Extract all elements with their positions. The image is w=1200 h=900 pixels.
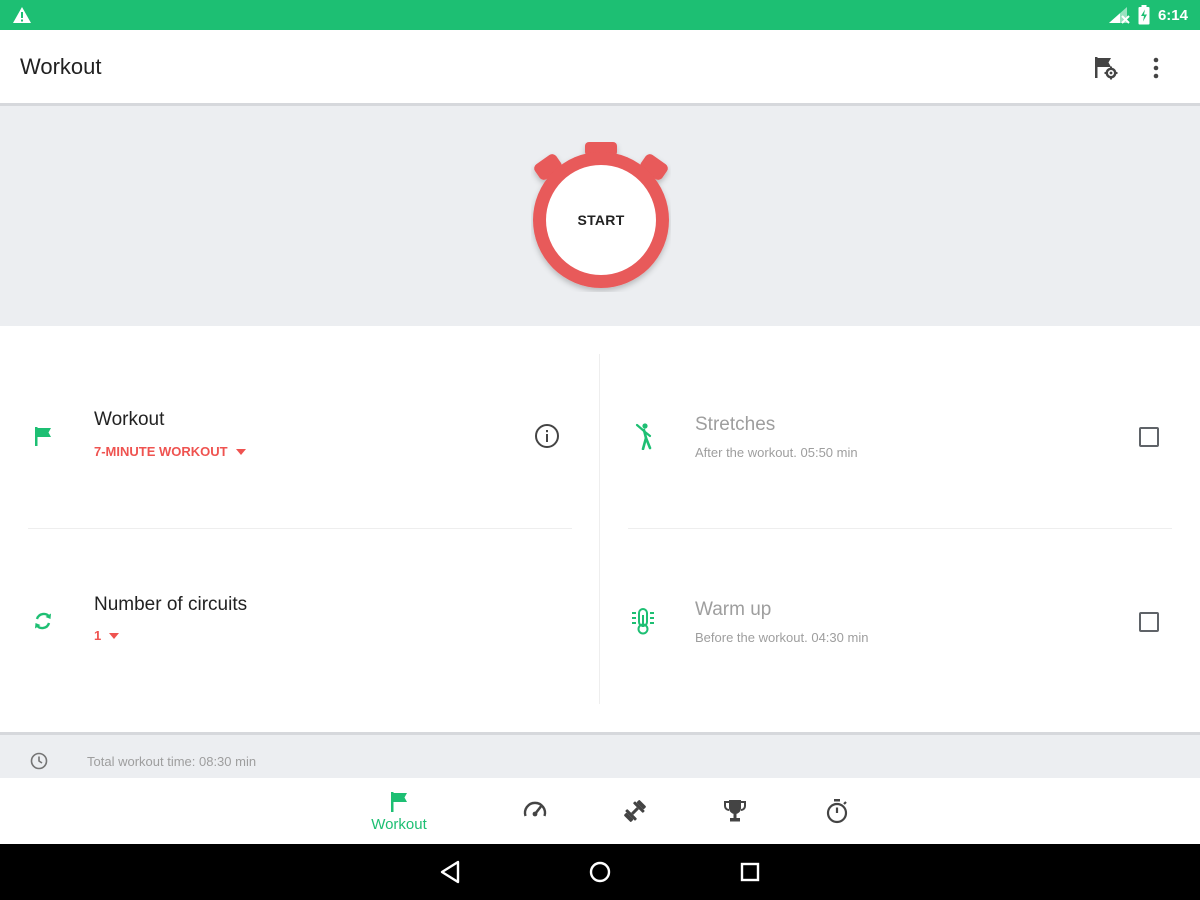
- warmup-row[interactable]: Warm up Before the workout. 04:30 min: [628, 596, 1172, 716]
- flag-icon: [391, 791, 407, 812]
- circuits-value: 1: [94, 628, 102, 643]
- dropdown-arrow-icon: [109, 632, 120, 639]
- circuits-dropdown[interactable]: 1: [94, 628, 120, 643]
- nav-progress[interactable]: [510, 778, 560, 844]
- bottom-navigation: Workout: [0, 778, 1200, 844]
- nav-timer[interactable]: [812, 778, 862, 844]
- workout-value: 7-MINUTE WORKOUT: [94, 444, 228, 459]
- repeat-icon: [28, 606, 58, 636]
- back-triangle-icon: [440, 860, 460, 884]
- app-bar: Workout: [0, 30, 1200, 106]
- speedometer-icon: [523, 801, 547, 817]
- flag-icon: [28, 421, 58, 451]
- clock-icon: [30, 752, 48, 770]
- hero-section: START: [0, 106, 1200, 326]
- overflow-menu-button[interactable]: [1136, 48, 1176, 88]
- status-time: 6:14: [1157, 6, 1188, 24]
- back-button[interactable]: [436, 858, 464, 886]
- start-button[interactable]: START: [531, 142, 671, 292]
- start-label: START: [577, 212, 625, 228]
- stretches-row[interactable]: Stretches After the workout. 05:50 min: [628, 411, 1172, 531]
- stretches-checkbox[interactable]: [1139, 427, 1159, 447]
- info-icon[interactable]: [534, 423, 560, 449]
- workout-settings-button[interactable]: [1085, 48, 1125, 88]
- stretches-title: Stretches: [695, 414, 776, 435]
- warning-icon: [13, 7, 31, 23]
- recents-square-icon: [740, 862, 760, 882]
- stretch-person-icon: [628, 421, 658, 451]
- home-button[interactable]: [586, 858, 614, 886]
- system-navigation-bar: [0, 844, 1200, 900]
- stopwatch-icon: [826, 799, 848, 824]
- nav-exercises[interactable]: [610, 778, 660, 844]
- recents-button[interactable]: [736, 858, 764, 886]
- signal-icon: [1108, 7, 1130, 24]
- workout-settings-panel: Workout 7-MINUTE WORKOUT Number of circu…: [0, 326, 1200, 732]
- total-time-text: Total workout time: 08:30 min: [87, 754, 257, 769]
- more-vert-icon: [1153, 57, 1159, 79]
- row-divider: [28, 528, 572, 529]
- trophy-icon: [724, 800, 746, 822]
- circuits-title: Number of circuits: [94, 594, 248, 615]
- warmup-checkbox[interactable]: [1139, 612, 1159, 632]
- warmup-subtitle: Before the workout. 04:30 min: [695, 630, 869, 645]
- dropdown-arrow-icon: [235, 448, 246, 455]
- warmup-title: Warm up: [695, 599, 772, 620]
- page-title: Workout: [20, 54, 102, 79]
- circuits-row[interactable]: Number of circuits 1: [28, 591, 572, 711]
- flag-settings-icon: [1095, 57, 1118, 80]
- nav-achievements[interactable]: [710, 778, 760, 844]
- battery-charging-icon: [1138, 5, 1150, 25]
- stretches-subtitle: After the workout. 05:50 min: [695, 445, 858, 460]
- nav-workout-label: Workout: [371, 815, 427, 833]
- home-circle-icon: [589, 861, 611, 883]
- nav-workout[interactable]: Workout: [360, 778, 438, 844]
- status-bar: 6:14: [0, 0, 1200, 30]
- workout-title: Workout: [94, 409, 165, 430]
- workout-dropdown[interactable]: 7-MINUTE WORKOUT: [94, 444, 246, 459]
- workout-row[interactable]: Workout 7-MINUTE WORKOUT: [28, 406, 572, 526]
- total-time-bar: Total workout time: 08:30 min: [0, 732, 1200, 778]
- column-divider: [599, 354, 600, 704]
- dumbbell-icon: [624, 800, 646, 822]
- thermometer-icon: [628, 606, 658, 636]
